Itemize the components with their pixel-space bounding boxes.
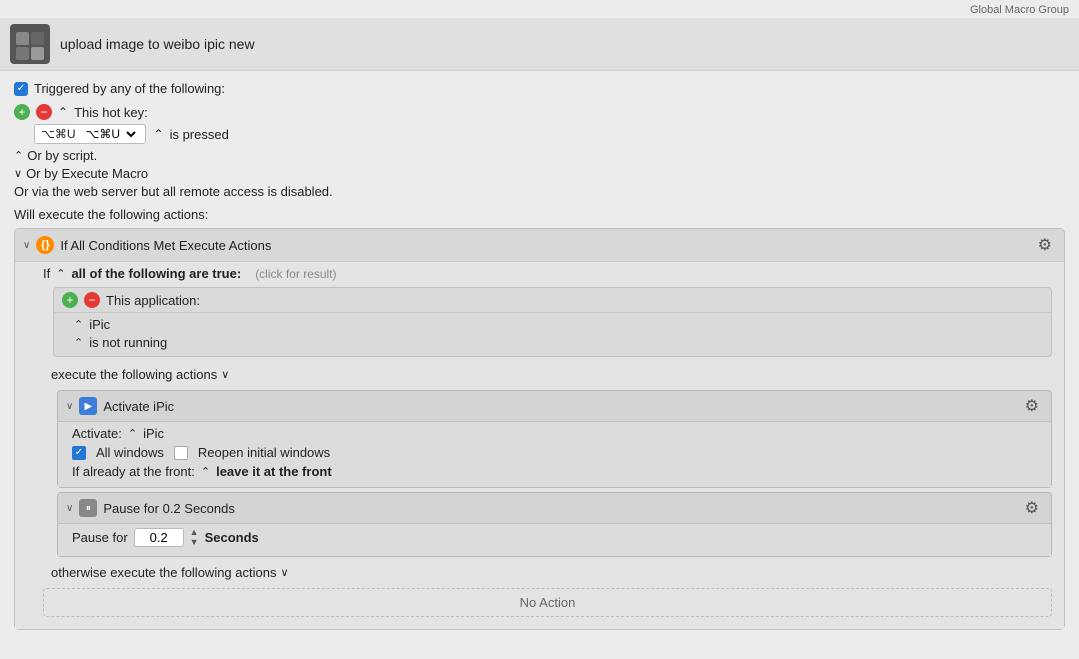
activate-title: Activate iPic: [103, 399, 1014, 414]
otherwise-label: otherwise execute the following actions: [51, 565, 276, 580]
chevron-otherwise[interactable]: ∨: [280, 566, 288, 579]
activate-label: Activate:: [72, 426, 122, 441]
global-macro-label: Global Macro Group: [0, 0, 1079, 18]
or-by-script-label: Or by script.: [27, 148, 97, 163]
conditions-header[interactable]: ∨ {} If All Conditions Met Execute Actio…: [15, 229, 1064, 261]
app-name: iPic: [89, 317, 110, 332]
main-content: Triggered by any of the following: + − ⌃…: [0, 71, 1079, 646]
pause-title: Pause for 0.2 Seconds: [103, 501, 1014, 516]
execute-actions-row: execute the following actions ∨: [43, 363, 1052, 386]
add-condition-button[interactable]: +: [62, 292, 78, 308]
pause-icon: ⏸: [79, 499, 97, 517]
front-row: If already at the front: ⌃ leave it at t…: [72, 464, 1041, 479]
windows-row: All windows Reopen initial windows: [72, 445, 1041, 460]
conditions-body: If ⌃ all of the following are true: (cli…: [15, 261, 1064, 629]
app-condition-body: ⌃ iPic ⌃ is not running: [54, 312, 1051, 356]
pause-header[interactable]: ∨ ⏸ Pause for 0.2 Seconds ⚙: [58, 493, 1051, 523]
reopen-windows-checkbox[interactable]: [174, 446, 188, 460]
will-execute-label: Will execute the following actions:: [14, 207, 1065, 222]
header-bar: [0, 18, 1079, 71]
hotkey-box[interactable]: ⌥⌘U ⌥⌘U: [34, 124, 146, 144]
stepper-status[interactable]: ⌃: [74, 336, 83, 349]
macro-icon: [10, 24, 50, 64]
condition-row: If ⌃ all of the following are true: (cli…: [43, 266, 1052, 281]
activate-block: ∨ ▶ Activate iPic ⚙ Activate: ⌃ iPic All…: [57, 390, 1052, 488]
pause-unit-label: Seconds: [205, 530, 259, 545]
execute-label: execute the following actions: [51, 367, 217, 382]
all-label: all of the following are true:: [71, 266, 241, 281]
remove-condition-button[interactable]: −: [84, 292, 100, 308]
stepper-pressed[interactable]: ⌃: [154, 127, 164, 141]
hotkey-trigger-row: + − ⌃ This hot key:: [14, 104, 1065, 120]
pause-body: Pause for ▲ ▼ Seconds: [58, 523, 1051, 556]
or-by-execute-macro-label: Or by Execute Macro: [26, 166, 148, 181]
trigger-section: Triggered by any of the following: + − ⌃…: [14, 81, 1065, 199]
front-value: leave it at the front: [216, 464, 332, 479]
activate-body: Activate: ⌃ iPic All windows Reopen init…: [58, 421, 1051, 487]
stepper-script[interactable]: ⌃: [14, 149, 23, 162]
execute-row: ∨ Or by Execute Macro: [14, 166, 1065, 181]
activate-app-row: Activate: ⌃ iPic: [72, 426, 1041, 441]
front-label: If already at the front:: [72, 464, 195, 479]
all-windows-label: All windows: [96, 445, 164, 460]
chevron-execute[interactable]: ∨: [14, 167, 22, 180]
activate-app-icon: ▶: [79, 397, 97, 415]
pause-value-input[interactable]: [134, 528, 184, 547]
no-action-block: No Action: [43, 588, 1052, 617]
activate-value: iPic: [143, 426, 164, 441]
stepper-front[interactable]: ⌃: [201, 465, 210, 478]
chevron-activate: ∨: [66, 401, 73, 412]
script-row: ⌃ Or by script.: [14, 148, 1065, 163]
conditions-gear-button[interactable]: ⚙: [1034, 235, 1056, 255]
pause-label: Pause for: [72, 530, 128, 545]
add-trigger-button[interactable]: +: [14, 104, 30, 120]
chevron-execute-actions[interactable]: ∨: [221, 368, 229, 381]
otherwise-row: otherwise execute the following actions …: [43, 561, 1052, 584]
hotkey-value: ⌥⌘U: [41, 127, 76, 141]
triggered-label: Triggered by any of the following:: [34, 81, 225, 96]
chevron-pause: ∨: [66, 503, 73, 514]
webserver-row: Or via the web server but all remote acc…: [14, 184, 1065, 199]
pause-gear-button[interactable]: ⚙: [1021, 498, 1043, 518]
stepper-all[interactable]: ⌃: [56, 267, 65, 280]
triggered-checkbox[interactable]: [14, 82, 28, 96]
app-label: This application:: [106, 293, 200, 308]
app-condition-block: + − This application: ⌃ iPic ⌃ is not ru…: [53, 287, 1052, 357]
is-pressed-label: is pressed: [170, 127, 229, 142]
click-result[interactable]: (click for result): [255, 267, 336, 281]
conditions-icon: {}: [36, 236, 54, 254]
no-action-label: No Action: [520, 595, 576, 610]
conditions-block: ∨ {} If All Conditions Met Execute Actio…: [14, 228, 1065, 630]
webserver-label: Or via the web server but all remote acc…: [14, 184, 333, 199]
chevron-conditions: ∨: [23, 240, 30, 251]
stepper-app[interactable]: ⌃: [74, 318, 83, 331]
hotkey-label: This hot key:: [74, 105, 148, 120]
remove-trigger-button[interactable]: −: [36, 104, 52, 120]
if-label: If: [43, 266, 50, 281]
macro-title-input[interactable]: [60, 36, 1069, 52]
all-windows-checkbox[interactable]: [72, 446, 86, 460]
pause-unit-stepper[interactable]: ▲ ▼: [190, 528, 199, 548]
stepper-hotkey[interactable]: ⌃: [58, 105, 68, 119]
pause-block: ∨ ⏸ Pause for 0.2 Seconds ⚙ Pause for ▲ …: [57, 492, 1052, 557]
activate-gear-button[interactable]: ⚙: [1021, 396, 1043, 416]
conditions-title: If All Conditions Met Execute Actions: [60, 238, 1027, 253]
pause-row: Pause for ▲ ▼ Seconds: [72, 528, 1041, 548]
activate-header[interactable]: ∨ ▶ Activate iPic ⚙: [58, 391, 1051, 421]
app-condition-header: + − This application:: [54, 288, 1051, 312]
hotkey-value-row: ⌥⌘U ⌥⌘U ⌃ is pressed: [34, 124, 1065, 144]
hotkey-dropdown[interactable]: ⌥⌘U: [80, 126, 139, 142]
app-status: is not running: [89, 335, 167, 350]
reopen-windows-label: Reopen initial windows: [198, 445, 330, 460]
trigger-header: Triggered by any of the following:: [14, 81, 1065, 96]
stepper-activate[interactable]: ⌃: [128, 427, 137, 440]
